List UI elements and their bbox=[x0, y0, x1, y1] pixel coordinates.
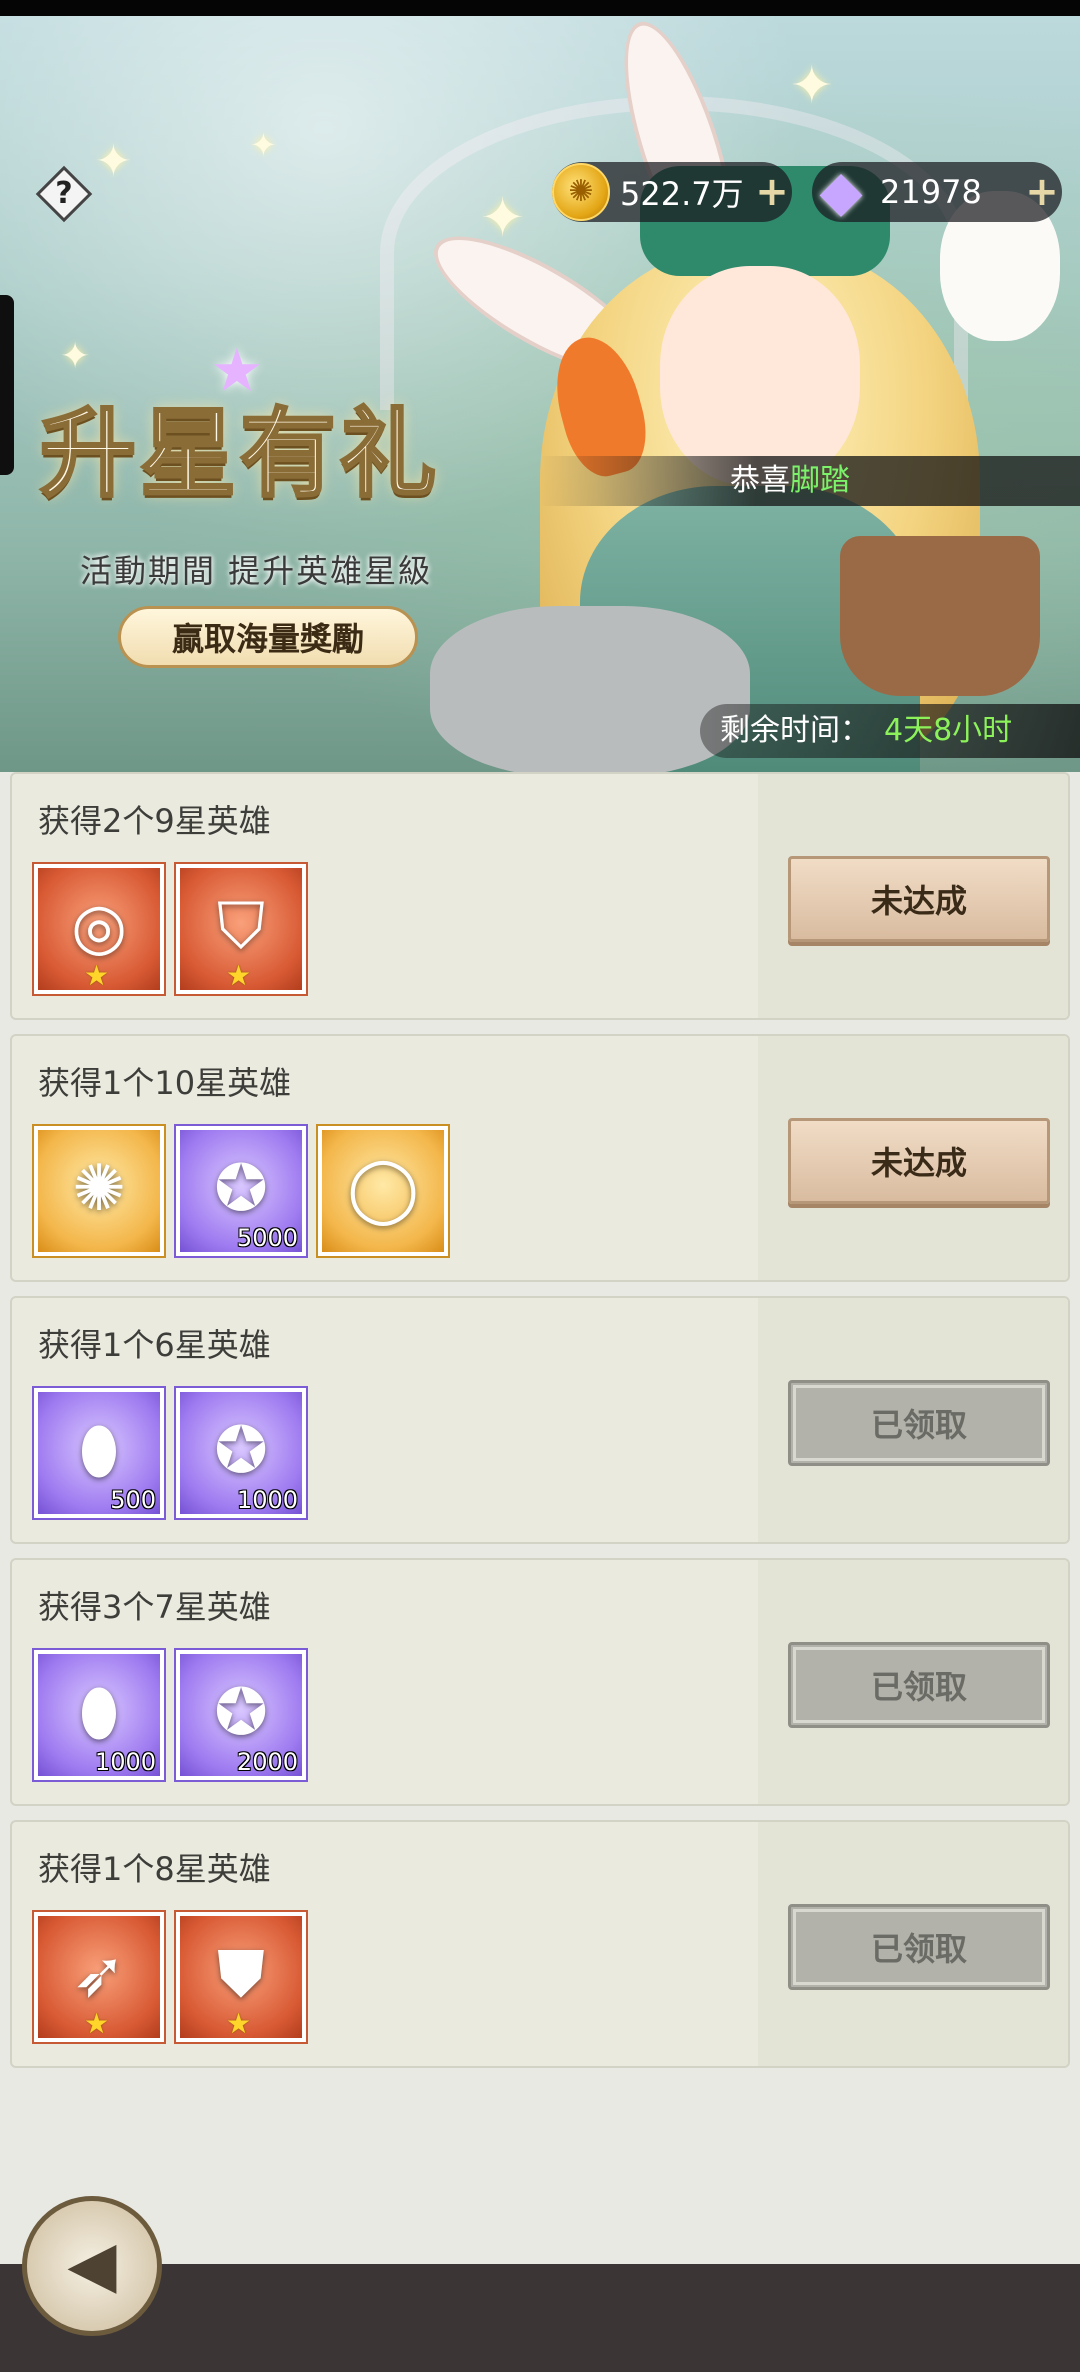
diamond-gem-icon bbox=[812, 159, 870, 224]
sparkle-icon: ✦ bbox=[95, 136, 132, 187]
reward-item[interactable]: ◎ ★ bbox=[32, 862, 166, 996]
timer-value: 4天8小时 bbox=[884, 713, 1013, 748]
add-gold-button[interactable]: + bbox=[752, 169, 792, 215]
reward-item[interactable]: ⛉ ★ bbox=[174, 862, 308, 996]
congrats-player-name: 脚踏 bbox=[790, 463, 850, 498]
reward-item[interactable]: ⛊ ★ bbox=[174, 1910, 308, 2044]
reward-item[interactable]: ⬮ 500 bbox=[32, 1386, 166, 1520]
task-card: 获得3个7星英雄 ⬮ 1000 ✪ 2000 已领取 bbox=[10, 1558, 1070, 1806]
back-arrow-icon: ◀ bbox=[67, 2228, 117, 2302]
reward-pill-label: 贏取海量獎勵 bbox=[118, 606, 418, 668]
claimed-button[interactable]: 已领取 bbox=[788, 1642, 1050, 1728]
task-card: 获得1个6星英雄 ⬮ 500 ✪ 1000 已领取 bbox=[10, 1296, 1070, 1544]
status-bar bbox=[0, 0, 1080, 16]
star-icon: ★ bbox=[84, 2007, 110, 2040]
not-achieved-button[interactable]: 未达成 bbox=[788, 1118, 1050, 1204]
star-icon: ★ bbox=[226, 2007, 252, 2040]
reward-item[interactable]: ✪ 2000 bbox=[174, 1648, 308, 1782]
reward-item[interactable]: ⬮ 1000 bbox=[32, 1648, 166, 1782]
event-subtitle: 活動期間 提升英雄星級 bbox=[80, 552, 433, 590]
event-title: 升星有礼 bbox=[39, 397, 440, 512]
gold-amount: 522.7万 bbox=[620, 175, 744, 213]
reward-item[interactable]: ➶ ★ bbox=[32, 1910, 166, 2044]
gem-currency-display: 21978 + bbox=[812, 159, 1062, 224]
star-icon: ★ bbox=[226, 959, 252, 992]
bottom-bar bbox=[0, 2264, 1080, 2372]
claimed-button[interactable]: 已领取 bbox=[788, 1904, 1050, 1990]
sparkle-icon: ✦ bbox=[250, 126, 277, 164]
gold-coin-icon bbox=[552, 163, 610, 221]
reward-quantity: 1000 bbox=[94, 1748, 156, 1776]
add-gem-button[interactable]: + bbox=[1022, 169, 1062, 215]
reward-list: ⬮ 500 ✪ 1000 bbox=[32, 1386, 318, 1520]
remaining-time: 剩余时间： 4天8小时 bbox=[700, 704, 1080, 758]
timer-label: 剩余时间： bbox=[720, 713, 870, 748]
claimed-button[interactable]: 已领取 bbox=[788, 1380, 1050, 1466]
bunny-girl-character-art bbox=[416, 16, 1080, 772]
task-card: 获得1个10星英雄 ✺ ✪ 5000 ◯ 未达成 bbox=[10, 1034, 1070, 1282]
reward-item[interactable]: ✺ bbox=[32, 1124, 166, 1258]
swirl-emblem-icon: ✺ bbox=[72, 1152, 126, 1226]
congrats-prefix: 恭喜 bbox=[730, 463, 790, 498]
reward-list: ✺ ✪ 5000 ◯ bbox=[32, 1124, 460, 1258]
task-label: 获得2个9星英雄 bbox=[38, 802, 271, 840]
sparkle-icon: ✦ bbox=[60, 336, 91, 377]
help-button[interactable]: ? bbox=[35, 165, 93, 223]
not-achieved-button[interactable]: 未达成 bbox=[788, 856, 1050, 942]
reward-quantity: 1000 bbox=[236, 1486, 298, 1514]
reward-quantity: 5000 bbox=[236, 1224, 298, 1252]
back-button[interactable]: ◀ bbox=[22, 2196, 162, 2336]
task-card: 获得2个9星英雄 ◎ ★ ⛉ ★ 未达成 bbox=[10, 772, 1070, 1020]
side-drawer-handle[interactable] bbox=[0, 295, 14, 475]
event-title-wrap: 升星有礼 bbox=[39, 376, 480, 515]
task-list: 获得2个9星英雄 ◎ ★ ⛉ ★ 未达成 获得1个10星英雄 ✺ ✪ 5000 ◯ 未达成 获得1个6星… bbox=[10, 772, 1070, 2082]
reward-item[interactable]: ✪ 5000 bbox=[174, 1124, 308, 1258]
task-label: 获得1个8星英雄 bbox=[38, 1850, 271, 1888]
gem-amount: 21978 bbox=[880, 173, 982, 211]
gold-currency-display: 522.7万 + bbox=[552, 162, 792, 222]
task-card: 获得1个8星英雄 ➶ ★ ⛊ ★ 已领取 bbox=[10, 1820, 1070, 2068]
reward-item[interactable]: ◯ bbox=[316, 1124, 450, 1258]
reward-quantity: 2000 bbox=[236, 1748, 298, 1776]
task-label: 获得1个6星英雄 bbox=[38, 1326, 271, 1364]
reward-quantity: 500 bbox=[110, 1486, 156, 1514]
avatar-frame-icon: ◯ bbox=[347, 1152, 419, 1226]
reward-list: ⬮ 1000 ✪ 2000 bbox=[32, 1648, 318, 1782]
star-icon: ★ bbox=[84, 959, 110, 992]
task-label: 获得3个7星英雄 bbox=[38, 1588, 271, 1626]
event-banner: ✦ ✦ ✦ ✦ ✦ ? 522.7万 + 21978 + ★ 升星有礼 活動期間… bbox=[0, 16, 1080, 772]
congrats-ticker: 恭喜脚踏 bbox=[540, 456, 1080, 506]
reward-list: ➶ ★ ⛊ ★ bbox=[32, 1910, 318, 2044]
reward-list: ◎ ★ ⛉ ★ bbox=[32, 862, 318, 996]
reward-item[interactable]: ✪ 1000 bbox=[174, 1386, 308, 1520]
task-label: 获得1个10星英雄 bbox=[38, 1064, 292, 1102]
